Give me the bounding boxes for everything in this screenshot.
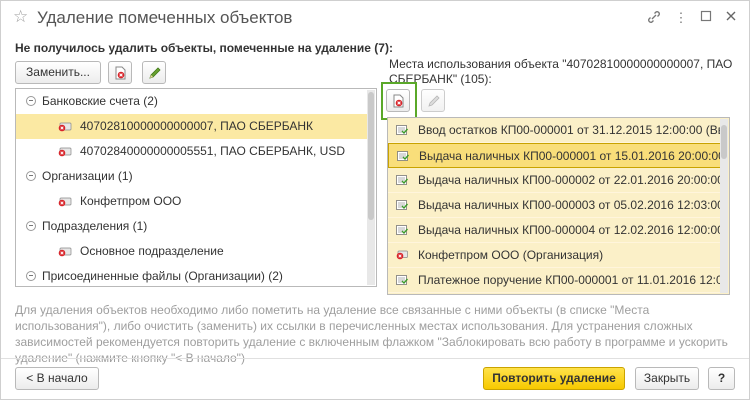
- tree-group-row[interactable]: Присоединенные файлы (Организации) (2): [16, 264, 368, 286]
- tree-item-row[interactable]: Основное подразделение: [16, 239, 368, 264]
- close-button[interactable]: Закрыть: [635, 367, 699, 390]
- tree-group-label: Организации (1): [42, 169, 133, 183]
- document-icon: [396, 275, 408, 285]
- favorite-star-icon[interactable]: ☆: [13, 7, 28, 27]
- pencil-icon: [149, 67, 161, 79]
- usage-row[interactable]: Выдача наличных КП00-000004 от 12.02.201…: [388, 218, 722, 243]
- department-icon: [58, 247, 72, 257]
- info-text: Для удаления объектов необходимо либо по…: [15, 303, 728, 365]
- collapse-icon[interactable]: [26, 271, 36, 281]
- replace-button[interactable]: Заменить...: [15, 61, 101, 84]
- retry-delete-button[interactable]: Повторить удаление: [483, 367, 625, 390]
- organization-icon: [396, 250, 408, 260]
- tree-item-label: Основное подразделение: [80, 244, 224, 258]
- title-bar: ☆ Удаление помеченных объектов ⋮: [1, 1, 749, 35]
- tree-item-label: 40702840000000005551, ПАО СБЕРБАНК, USD: [80, 144, 346, 158]
- usage-list-scrollbar-thumb[interactable]: [721, 125, 727, 159]
- tree-item-row[interactable]: 40702840000000005551, ПАО СБЕРБАНК, USD: [16, 139, 368, 164]
- tree-group-row[interactable]: Подразделения (1): [16, 214, 368, 239]
- tree-scrollbar[interactable]: [367, 90, 375, 285]
- left-pane-header: Не получилось удалить объекты, помеченны…: [15, 41, 393, 55]
- delete-button[interactable]: [108, 61, 132, 84]
- tree-item-label: Конфетпром ООО: [80, 194, 182, 208]
- more-actions-icon[interactable]: ⋮: [673, 10, 689, 26]
- bank-account-icon: [58, 147, 72, 157]
- objects-tree[interactable]: Банковские счета (2) 4070281000000000000…: [15, 88, 377, 287]
- document-icon: [396, 125, 408, 135]
- collapse-icon[interactable]: [26, 221, 36, 231]
- tree-group-row[interactable]: Банковские счета (2): [16, 89, 368, 114]
- tree-group-row[interactable]: Организации (1): [16, 164, 368, 189]
- document-icon: [396, 175, 408, 185]
- highlight-frame: [381, 82, 417, 120]
- usage-places-header: Места использования объекта "40702810000…: [389, 57, 733, 86]
- footer-divider: [1, 358, 749, 359]
- usage-row[interactable]: Выдача наличных КП00-000002 от 22.01.201…: [388, 168, 722, 193]
- document-icon: [397, 151, 409, 161]
- back-to-start-button[interactable]: < В начало: [15, 367, 99, 390]
- tree-item-row-selected[interactable]: 40702810000000000007, ПАО СБЕРБАНК: [16, 114, 368, 139]
- edit-button[interactable]: [142, 61, 166, 84]
- usage-row-label: Выдача наличных КП00-000002 от 22.01.201…: [418, 173, 722, 187]
- usage-row-selected[interactable]: Выдача наличных КП00-000001 от 15.01.201…: [388, 143, 722, 168]
- usage-row[interactable]: Платежное поручение КП00-000001 от 11.01…: [388, 268, 722, 293]
- usage-row-label: Выдача наличных КП00-000003 от 05.02.201…: [418, 198, 722, 212]
- maximize-icon[interactable]: [698, 10, 714, 26]
- usage-row-label: Платежное поручение КП00-000001 от 11.01…: [418, 273, 722, 287]
- bank-account-icon: [58, 122, 72, 132]
- usage-row-label: Выдача наличных КП00-000004 от 12.02.201…: [418, 223, 722, 237]
- organization-icon: [58, 197, 72, 207]
- usage-row-label: Выдача наличных КП00-000001 от 15.01.201…: [419, 149, 722, 163]
- window-title: Удаление помеченных объектов: [37, 8, 293, 27]
- usage-row[interactable]: Конфетпром ООО (Организация): [388, 243, 722, 268]
- tree-group-label: Банковские счета (2): [42, 94, 158, 108]
- usage-places-list[interactable]: Ввод остатков КП00-000001 от 31.12.2015 …: [387, 117, 730, 295]
- usage-list-scrollbar[interactable]: [720, 119, 728, 293]
- tree-item-row[interactable]: Конфетпром ООО: [16, 189, 368, 214]
- tree-group-label: Подразделения (1): [42, 219, 148, 233]
- close-icon[interactable]: [723, 10, 739, 26]
- document-icon: [396, 225, 408, 235]
- tree-scrollbar-thumb[interactable]: [368, 92, 374, 220]
- document-icon: [396, 200, 408, 210]
- help-button[interactable]: ?: [708, 367, 735, 390]
- delete-marked-objects-window: ☆ Удаление помеченных объектов ⋮ Не полу…: [0, 0, 750, 400]
- collapse-icon[interactable]: [26, 171, 36, 181]
- usage-row-label: Ввод остатков КП00-000001 от 31.12.2015 …: [418, 123, 722, 137]
- usage-row-label: Конфетпром ООО (Организация): [418, 248, 604, 262]
- edit-usage-button[interactable]: [421, 89, 445, 112]
- collapse-icon[interactable]: [26, 96, 36, 106]
- usage-row[interactable]: Выдача наличных КП00-000003 от 05.02.201…: [388, 193, 722, 218]
- tree-group-label: Присоединенные файлы (Организации) (2): [42, 269, 283, 283]
- delete-document-icon: [115, 66, 126, 80]
- link-icon[interactable]: [646, 10, 662, 26]
- pencil-icon: [428, 95, 440, 107]
- tree-item-label: 40702810000000000007, ПАО СБЕРБАНК: [80, 119, 313, 133]
- usage-row[interactable]: Ввод остатков КП00-000001 от 31.12.2015 …: [388, 118, 722, 143]
